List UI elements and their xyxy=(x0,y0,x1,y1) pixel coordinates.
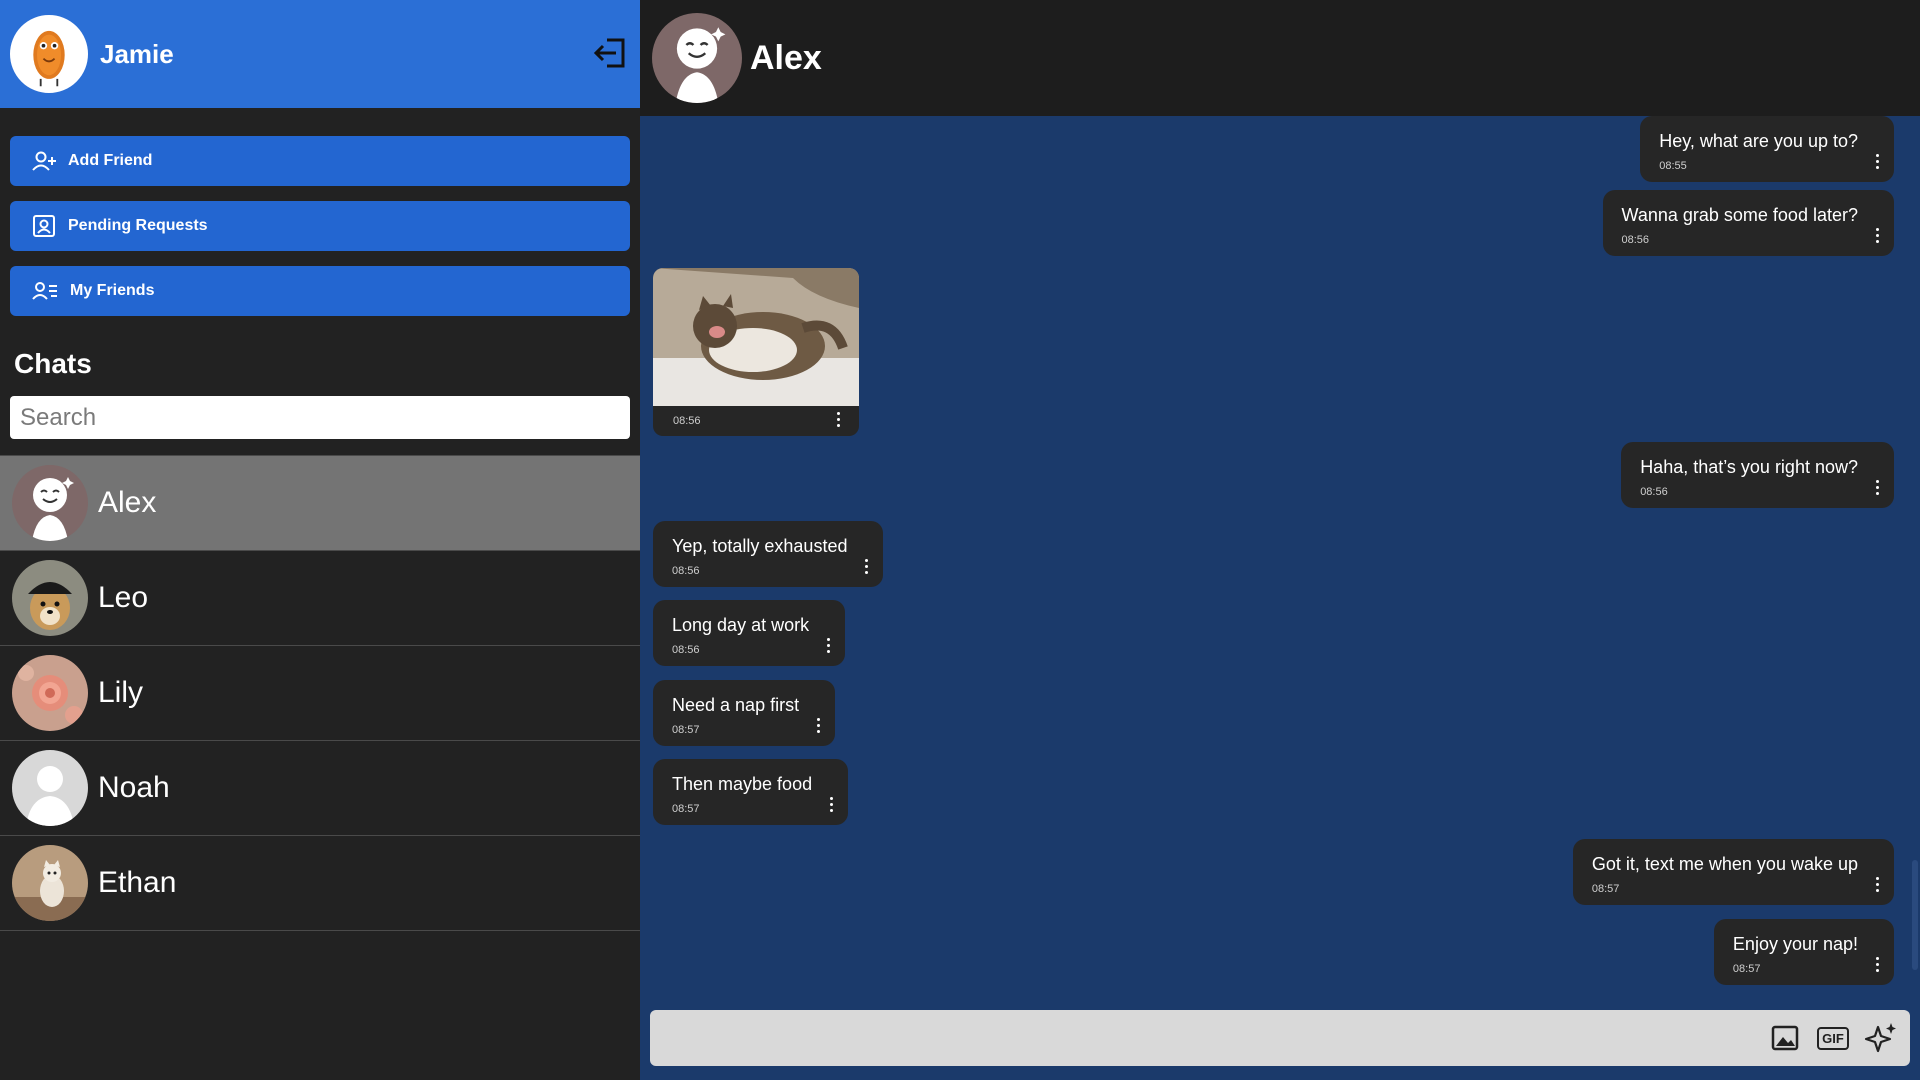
message-time: 08:56 xyxy=(1640,486,1668,498)
message-time: 08:56 xyxy=(672,565,700,577)
sleepy-cat-photo xyxy=(653,268,859,406)
message-menu-icon[interactable] xyxy=(817,718,821,734)
message-menu-icon[interactable] xyxy=(1876,480,1880,496)
ai-sparkle-button[interactable] xyxy=(1864,1021,1898,1055)
smiley-avatar-icon xyxy=(652,13,742,103)
message-text: Then maybe food xyxy=(672,774,813,794)
chat-list: Alex Leo Lily Noah Ethan xyxy=(0,455,640,931)
message-bubble: Hey, what are you up to? 08:55 xyxy=(1640,116,1894,182)
gif-button[interactable]: GIF xyxy=(1816,1021,1850,1055)
sidebar: Jamie Add Friend Pending Requests My Fri… xyxy=(0,0,640,1080)
message-menu-icon[interactable] xyxy=(827,638,831,654)
message-text: Enjoy your nap! xyxy=(1732,934,1858,954)
message-bubble: Haha, that’s you right now? 08:56 xyxy=(1621,442,1894,508)
message-menu-icon[interactable] xyxy=(830,797,834,813)
chat-item-leo[interactable]: Leo xyxy=(0,551,640,646)
scrollbar[interactable] xyxy=(1912,860,1918,970)
message-text: Need a nap first xyxy=(672,695,800,715)
chats-title: Chats xyxy=(14,348,92,379)
message-bubble: Then maybe food 08:57 xyxy=(653,759,849,825)
avatar xyxy=(12,465,88,541)
message-text: Yep, totally exhausted xyxy=(672,536,848,556)
people-list-icon xyxy=(32,282,57,300)
message-menu-icon[interactable] xyxy=(1876,154,1880,170)
chat-item-noah[interactable]: Noah xyxy=(0,741,640,836)
message-bubble: Long day at work 08:56 xyxy=(653,600,846,666)
chat-name: Alex xyxy=(98,486,157,519)
add-friend-button[interactable]: Add Friend xyxy=(10,136,630,186)
message-bubble: Got it, text me when you wake up 08:57 xyxy=(1572,839,1894,905)
chat-name: Noah xyxy=(98,771,170,804)
message-time: 08:57 xyxy=(672,724,700,736)
message-time: 08:57 xyxy=(672,803,700,815)
message-text: Long day at work xyxy=(672,615,810,635)
gif-icon: GIF xyxy=(1817,1026,1849,1050)
message-text: Haha, that’s you right now? xyxy=(1640,457,1858,477)
my-friends-label: My Friends xyxy=(70,282,155,299)
my-friends-button[interactable]: My Friends xyxy=(10,266,630,316)
image-icon xyxy=(1771,1025,1799,1051)
message-text: Hey, what are you up to? xyxy=(1659,131,1858,151)
pending-requests-label: Pending Requests xyxy=(68,217,208,234)
message-time: 08:56 xyxy=(673,415,701,427)
message-menu-icon[interactable] xyxy=(1876,877,1880,893)
message-menu-icon[interactable] xyxy=(837,412,841,428)
chat-name: Leo xyxy=(98,581,149,614)
message-menu-icon[interactable] xyxy=(865,559,869,575)
message-menu-icon[interactable] xyxy=(1876,228,1880,244)
smiley-avatar-icon xyxy=(12,465,88,541)
message-bubble: Wanna grab some food later? 08:56 xyxy=(1602,190,1894,256)
dog-avatar-icon xyxy=(12,560,88,636)
user-avatar[interactable] xyxy=(10,15,88,93)
message-time: 08:57 xyxy=(1732,963,1761,975)
conversation-panel: Alex Hey, what are you up to? 08:55 Wann… xyxy=(640,0,1920,1080)
message-input[interactable] xyxy=(664,1010,1764,1066)
message-time: 08:56 xyxy=(1621,234,1650,246)
conversation-header: Alex xyxy=(640,0,1920,116)
chat-app: Jamie Add Friend Pending Requests My Fri… xyxy=(0,0,1920,1080)
pending-requests-button[interactable]: Pending Requests xyxy=(10,201,630,251)
message-time: 08:55 xyxy=(1659,160,1687,172)
profile-header: Jamie xyxy=(0,0,640,108)
chat-item-alex[interactable]: Alex xyxy=(0,456,640,551)
default-user-icon xyxy=(12,750,88,826)
avatar xyxy=(12,655,88,731)
message-composer: GIF xyxy=(650,1010,1910,1066)
message-bubble: Enjoy your nap! 08:57 xyxy=(1713,919,1894,985)
logout-button[interactable] xyxy=(592,34,630,72)
logout-icon xyxy=(593,38,625,68)
attach-image-button[interactable] xyxy=(1768,1021,1802,1055)
contact-avatar[interactable] xyxy=(652,13,742,103)
user-name: Jamie xyxy=(100,38,174,69)
search-input[interactable] xyxy=(10,396,630,439)
message-list: Hey, what are you up to? 08:55 Wanna gra… xyxy=(640,116,1920,998)
image-message[interactable]: 08:56 xyxy=(653,268,859,436)
avatar xyxy=(12,845,88,921)
message-time: 08:57 xyxy=(1591,883,1620,895)
message-time: 08:56 xyxy=(672,644,700,656)
peanut-avatar-icon xyxy=(13,18,85,90)
cat-avatar-icon xyxy=(12,845,88,921)
sparkle-icon xyxy=(1864,1023,1896,1053)
avatar xyxy=(12,560,88,636)
message-menu-icon[interactable] xyxy=(1876,957,1880,973)
contact-name: Alex xyxy=(750,38,822,77)
chat-name: Ethan xyxy=(98,866,177,899)
message-bubble: Yep, totally exhausted 08:56 xyxy=(653,521,884,587)
message-text: Wanna grab some food later? xyxy=(1621,205,1858,225)
chat-item-ethan[interactable]: Ethan xyxy=(0,836,640,931)
avatar xyxy=(12,750,88,826)
contact-card-icon xyxy=(33,215,55,237)
person-add-icon xyxy=(32,151,56,171)
chat-name: Lily xyxy=(98,676,144,709)
add-friend-label: Add Friend xyxy=(68,152,153,169)
message-text: Got it, text me when you wake up xyxy=(1591,854,1858,874)
flower-avatar-icon xyxy=(12,655,88,731)
chat-item-lily[interactable]: Lily xyxy=(0,646,640,741)
message-bubble: Need a nap first 08:57 xyxy=(653,680,836,746)
